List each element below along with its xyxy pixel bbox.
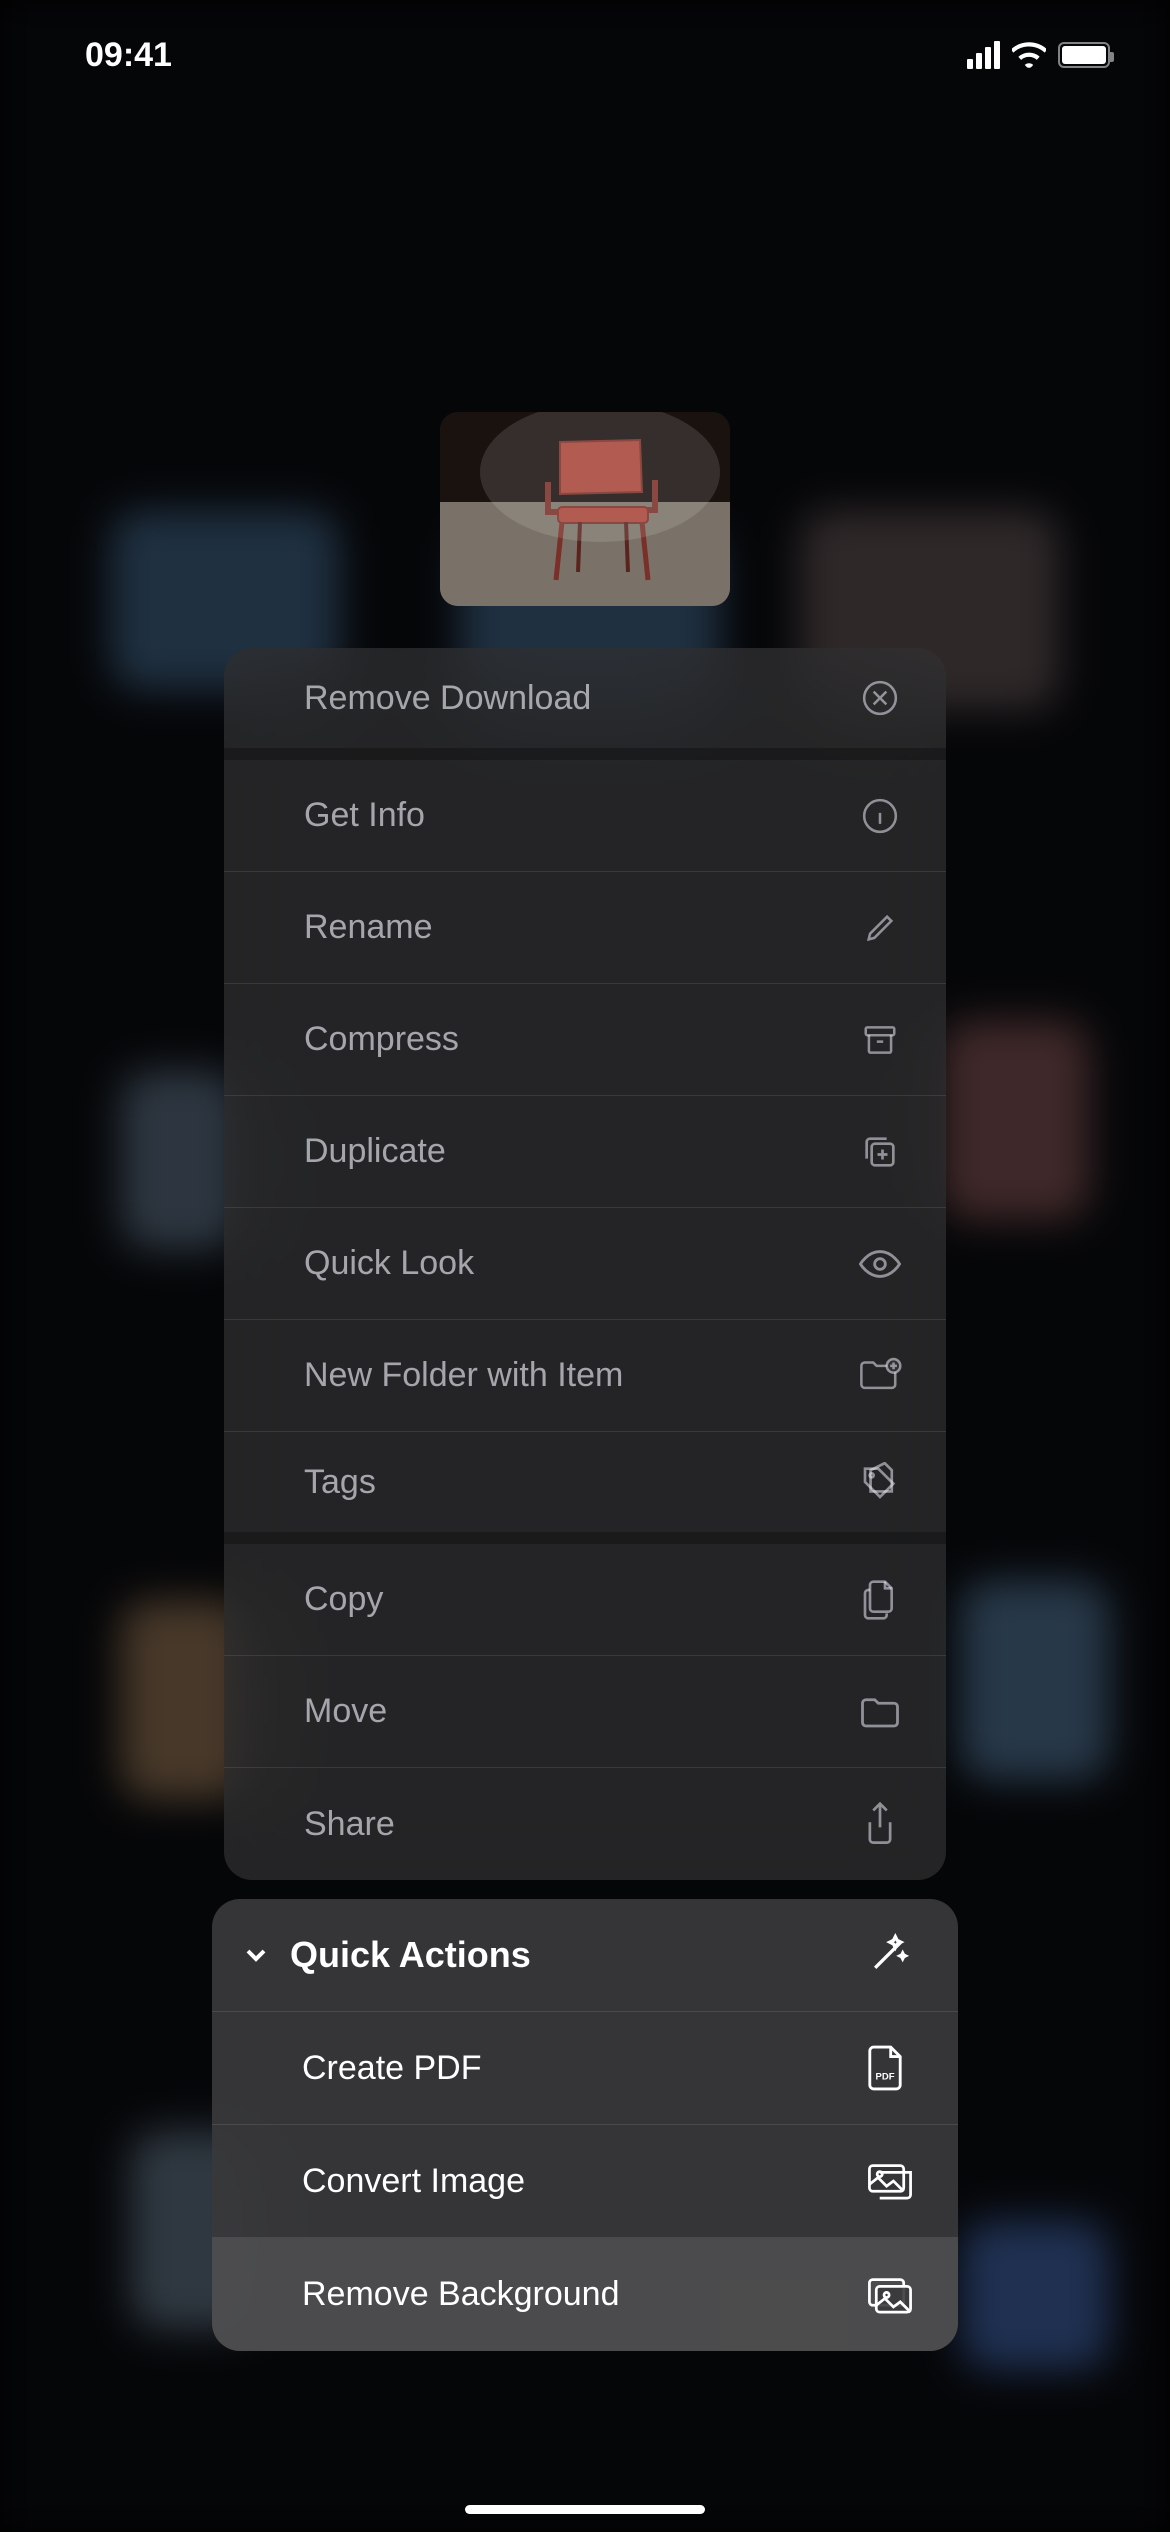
menu-item-rename[interactable]: Rename xyxy=(224,872,946,984)
archivebox-icon xyxy=(858,1018,902,1062)
menu-item-label: Quick Look xyxy=(304,1244,474,1283)
plus-square-on-square-icon xyxy=(858,1130,902,1174)
wifi-icon xyxy=(1012,42,1046,68)
quick-action-label: Convert Image xyxy=(302,2162,525,2201)
pencil-icon xyxy=(858,906,902,950)
doc-pdf-icon: PDF xyxy=(866,2044,914,2092)
menu-item-new-folder-with-item[interactable]: New Folder with Item xyxy=(224,1320,946,1432)
menu-item-label: Move xyxy=(304,1692,387,1731)
status-bar: 09:41 xyxy=(0,0,1170,110)
menu-item-share[interactable]: Share xyxy=(224,1768,946,1880)
menu-item-label: New Folder with Item xyxy=(304,1356,623,1395)
wand-sparkles-icon xyxy=(866,1931,914,1979)
menu-item-label: Share xyxy=(304,1805,395,1844)
quick-actions-title: Quick Actions xyxy=(290,1934,531,1976)
menu-item-compress[interactable]: Compress xyxy=(224,984,946,1096)
menu-item-label: Tags xyxy=(304,1463,376,1502)
quick-action-remove-background[interactable]: Remove Background xyxy=(212,2238,958,2351)
info-circle-icon xyxy=(858,794,902,838)
share-icon xyxy=(858,1802,902,1846)
battery-icon xyxy=(1058,42,1110,68)
menu-item-label: Get Info xyxy=(304,796,425,835)
status-time: 09:41 xyxy=(85,36,172,75)
status-indicators xyxy=(967,41,1110,69)
home-indicator xyxy=(465,2505,705,2514)
menu-item-get-info[interactable]: Get Info xyxy=(224,760,946,872)
quick-action-label: Remove Background xyxy=(302,2275,620,2314)
photo-bg-icon xyxy=(866,2271,914,2319)
menu-item-copy[interactable]: Copy xyxy=(224,1544,946,1656)
svg-text:PDF: PDF xyxy=(876,2071,895,2082)
menu-item-label: Compress xyxy=(304,1020,459,1059)
folder-icon xyxy=(858,1690,902,1734)
tag-icon xyxy=(858,1460,902,1504)
doc-on-doc-icon xyxy=(858,1578,902,1622)
eye-icon xyxy=(858,1242,902,1286)
xmark-circle-icon xyxy=(858,676,902,720)
menu-item-duplicate[interactable]: Duplicate xyxy=(224,1096,946,1208)
menu-item-remove-download[interactable]: Remove Download xyxy=(224,648,946,760)
photo-stack-icon xyxy=(866,2157,914,2205)
folder-badge-plus-icon xyxy=(858,1354,902,1398)
menu-item-move[interactable]: Move xyxy=(224,1656,946,1768)
chevron-down-icon xyxy=(240,1939,272,1971)
file-preview-thumbnail xyxy=(440,412,730,606)
menu-item-quick-look[interactable]: Quick Look xyxy=(224,1208,946,1320)
cellular-signal-icon xyxy=(967,41,1000,69)
quick-action-label: Create PDF xyxy=(302,2049,482,2088)
menu-item-label: Copy xyxy=(304,1580,383,1619)
quick-action-convert-image[interactable]: Convert Image xyxy=(212,2125,958,2238)
quick-actions-header[interactable]: Quick Actions xyxy=(212,1899,958,2012)
menu-item-tags[interactable]: Tags xyxy=(224,1432,946,1544)
menu-item-label: Rename xyxy=(304,908,433,947)
menu-item-label: Remove Download xyxy=(304,679,591,718)
quick-actions-panel: Quick Actions Create PDF PDF Convert Ima… xyxy=(212,1899,958,2351)
quick-action-create-pdf[interactable]: Create PDF PDF xyxy=(212,2012,958,2125)
context-menu: Remove Download Get Info Rename Compress… xyxy=(224,648,946,1880)
menu-item-label: Duplicate xyxy=(304,1132,446,1171)
